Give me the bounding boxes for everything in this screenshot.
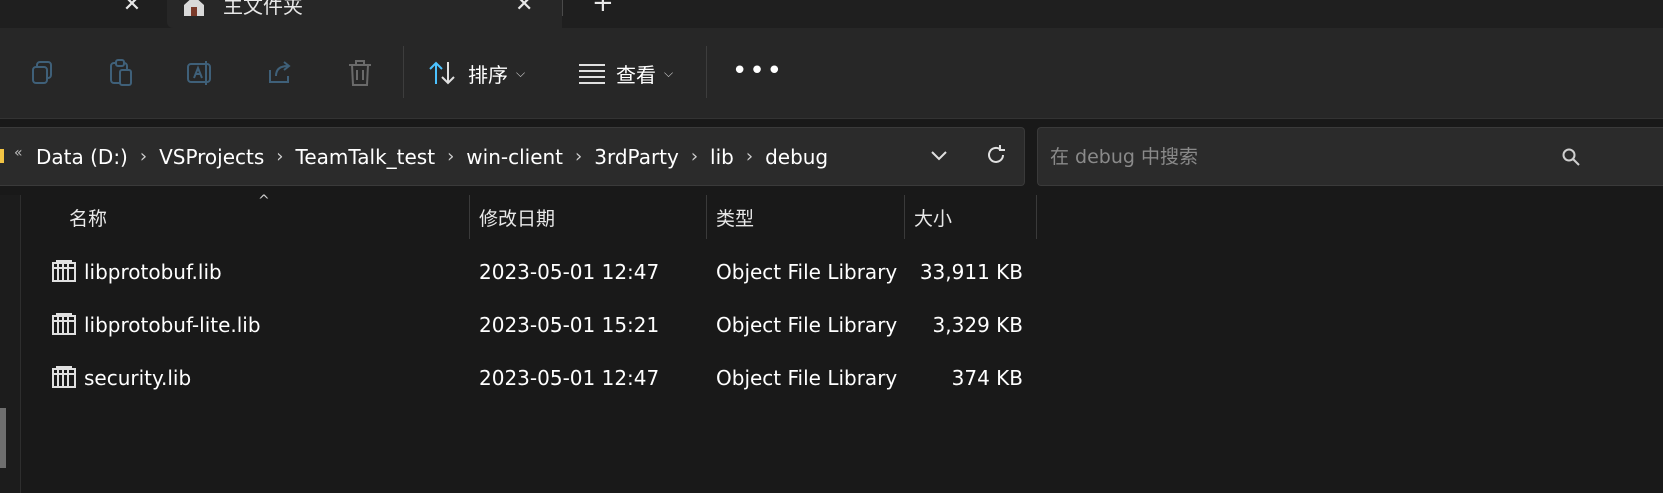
file-size: 3,329 KB	[932, 313, 1023, 337]
column-divider[interactable]	[904, 195, 905, 239]
tab-divider	[562, 0, 563, 16]
library-file-icon	[52, 260, 76, 282]
file-name: security.lib	[84, 366, 192, 390]
scrollbar-thumb[interactable]	[0, 408, 6, 468]
chevron-down-icon: ⌵	[664, 65, 674, 80]
crumb-teamtalk-test[interactable]: TeamTalk_test	[296, 145, 436, 169]
file-size: 33,911 KB	[919, 260, 1023, 284]
crumb-separator[interactable]: ›	[276, 146, 283, 167]
more-options-button[interactable]: •••	[732, 58, 784, 84]
search-icon[interactable]	[1562, 148, 1580, 166]
chevron-down-icon[interactable]	[926, 142, 952, 168]
close-icon[interactable]: ✕	[118, 0, 146, 22]
crumb-data-drive[interactable]: Data (D:)	[36, 145, 128, 169]
toolbar-divider	[706, 46, 707, 98]
column-type[interactable]: 类型	[716, 195, 754, 239]
tab-strip: ✕ 主文件夹 ✕ +	[0, 0, 1663, 28]
crumb-separator[interactable]: ›	[447, 146, 454, 167]
column-divider[interactable]	[1036, 195, 1037, 239]
crumb-lib[interactable]: lib	[710, 145, 734, 169]
column-header: 名称 ^ 修改日期 类型 大小	[20, 193, 1037, 239]
table-row[interactable]: security.lib 2023-05-01 12:47 Object Fil…	[20, 352, 1037, 404]
overflow-crumbs-button[interactable]: «	[14, 145, 23, 161]
file-type: Object File Library	[716, 260, 898, 284]
view-button[interactable]: 查看 ⌵	[578, 56, 673, 90]
new-tab-button[interactable]: +	[592, 0, 614, 18]
column-divider[interactable]	[469, 195, 470, 239]
toolbar-divider	[403, 46, 404, 98]
tab-title: 主文件夹	[223, 0, 303, 18]
crumb-separator[interactable]: ›	[691, 146, 698, 167]
copy-icon[interactable]	[29, 58, 57, 88]
crumb-3rdparty[interactable]: 3rdParty	[594, 145, 679, 169]
folder-icon	[0, 149, 4, 163]
table-row[interactable]: libprotobuf-lite.lib 2023-05-01 15:21 Ob…	[20, 299, 1037, 351]
file-name: libprotobuf-lite.lib	[84, 313, 261, 337]
column-name[interactable]: 名称	[69, 195, 107, 239]
search-box	[1037, 127, 1663, 186]
view-icon	[579, 64, 605, 84]
file-type: Object File Library	[716, 313, 898, 337]
navigation-pane-edge	[0, 195, 21, 493]
file-name: libprotobuf.lib	[84, 260, 222, 284]
crumb-separator[interactable]: ›	[575, 146, 582, 167]
paste-icon[interactable]	[107, 58, 135, 88]
file-date: 2023-05-01 15:21	[479, 313, 660, 337]
delete-icon[interactable]	[346, 58, 374, 88]
share-icon[interactable]	[266, 58, 294, 88]
column-size[interactable]: 大小	[914, 195, 952, 239]
chevron-down-icon: ⌵	[516, 65, 526, 80]
view-label: 查看	[616, 62, 656, 87]
sort-label: 排序	[468, 62, 508, 87]
sort-ascending-icon: ^	[258, 193, 270, 209]
search-input[interactable]	[1048, 142, 1552, 172]
file-size: 374 KB	[951, 366, 1023, 390]
refresh-icon[interactable]	[984, 143, 1008, 167]
rename-icon[interactable]	[186, 58, 214, 88]
table-row[interactable]: libprotobuf.lib 2023-05-01 12:47 Object …	[20, 246, 1037, 298]
breadcrumb: Data (D:) › VSProjects › TeamTalk_test ›…	[36, 128, 828, 185]
column-divider[interactable]	[706, 195, 707, 239]
crumb-separator[interactable]: ›	[140, 146, 147, 167]
crumb-debug[interactable]: debug	[765, 145, 828, 169]
crumb-separator[interactable]: ›	[746, 146, 753, 167]
crumb-vsprojects[interactable]: VSProjects	[159, 145, 264, 169]
address-bar[interactable]: « Data (D:) › VSProjects › TeamTalk_test…	[0, 127, 1025, 186]
sort-icon	[429, 61, 455, 85]
tab-home[interactable]: 主文件夹 ✕	[167, 0, 562, 28]
file-date: 2023-05-01 12:47	[479, 260, 660, 284]
crumb-win-client[interactable]: win-client	[466, 145, 563, 169]
home-icon	[184, 0, 204, 16]
library-file-icon	[52, 366, 76, 388]
file-type: Object File Library	[716, 366, 898, 390]
sort-button[interactable]: 排序 ⌵	[428, 56, 525, 90]
library-file-icon	[52, 313, 76, 335]
tab-close-icon[interactable]: ✕	[515, 0, 533, 17]
file-date: 2023-05-01 12:47	[479, 366, 660, 390]
command-bar: 排序 ⌵ 查看 ⌵ •••	[0, 28, 1663, 119]
column-date-modified[interactable]: 修改日期	[479, 195, 555, 239]
